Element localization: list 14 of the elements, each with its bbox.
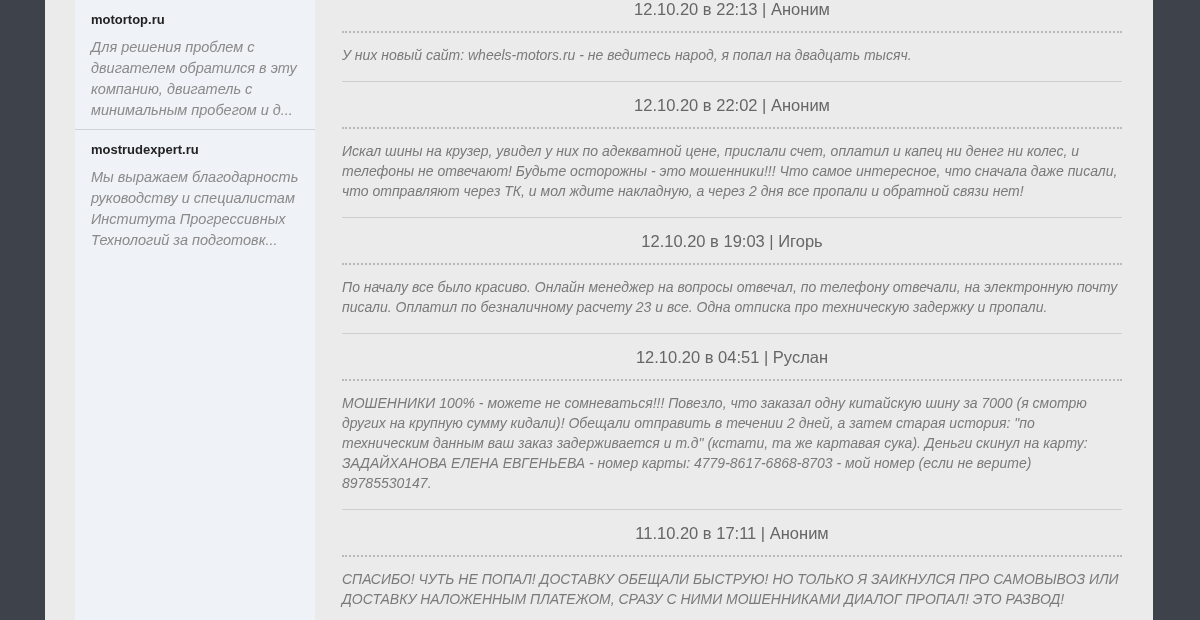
review-header: 12.10.20 в 04:51 | Руслан	[342, 334, 1122, 381]
review-text: У них новый сайт: wheels-motors.ru - не ведитесь народ, я попал на двадцать тысяч.	[342, 46, 913, 65]
review-text: По началу все было красиво. Онлайн менеджер на вопросы отвечал, по телефону отвечали, на электронную почту писали. Оплатил по безналичному расчету 23 и все. Одна отписка про техническую задержку и пропали.	[342, 278, 1119, 317]
site-link[interactable]: mostrudexpert.ru	[91, 141, 299, 159]
review-text: СПАСИБО! ЧУТЬ НЕ ПОПАЛ! ДОСТАВКУ ОБЕЩАЛИ БЫСТРУЮ! НО ТОЛЬКО Я ЗАИКНУЛСЯ ПРО САМОВЫВОЗ ИЛИ ДОСТАВКУ НАЛОЖЕННЫМ ПЛАТЕЖОМ, СРАЗУ С НИМИ МОШЕННИКАМИ ДИАЛОГ ПРОПАЛ! ЭТО РАЗВОД!	[342, 570, 1120, 609]
review-text: Искал шины на крузер, увидел у них по адекватной цене, прислали счет, оплатил и капец ни денег ни колес, и телефоны не отвечают! Будьте осторожны - это мошенники!!! Что самое интересное, что сначала даже писали, что отправляют через ТК, и мол ждите накладную, а через 2 дня все пропали и обратной связи нет!	[342, 142, 1119, 201]
review-header: 12.10.20 в 19:03 | Игорь	[342, 218, 1122, 265]
review-excerpt: Для решения проблем с двигателем обратился в эту компанию, двигатель с минимальным пробегом и д...	[91, 38, 299, 120]
review-excerpt: Мы выражаем благодарность руководству и специалистам Института Прогрессивных Технологий за подготовк...	[91, 168, 299, 250]
review-text: МОШЕННИКИ 100% - можете не сомневаться!!! Повезло, что заказал одну китайскую шину за 7000 (я смотрю других на крупную сумму кидали)! Обещали отправить в течении 2 дней, а затем старая история: "по техническим данным ваш заказ задерживается и т.д" (кстати, та же картавая сука). Деньги скинул на карту: ЗАДАЙХАНОВА ЕЛЕНА ЕВГЕНЬЕВА - номер карты: 4779-8617-6868-8703 - мой номер (если не верите) 89785530147.	[342, 394, 1089, 493]
review-header: 11.10.20 в 17:11 | Аноним	[342, 510, 1122, 557]
site-link[interactable]: motortop.ru	[91, 11, 299, 29]
review-header: 12.10.20 в 22:02 | Аноним	[342, 82, 1122, 129]
review-header: 12.10.20 в 22:13 | Аноним	[342, 0, 1122, 33]
